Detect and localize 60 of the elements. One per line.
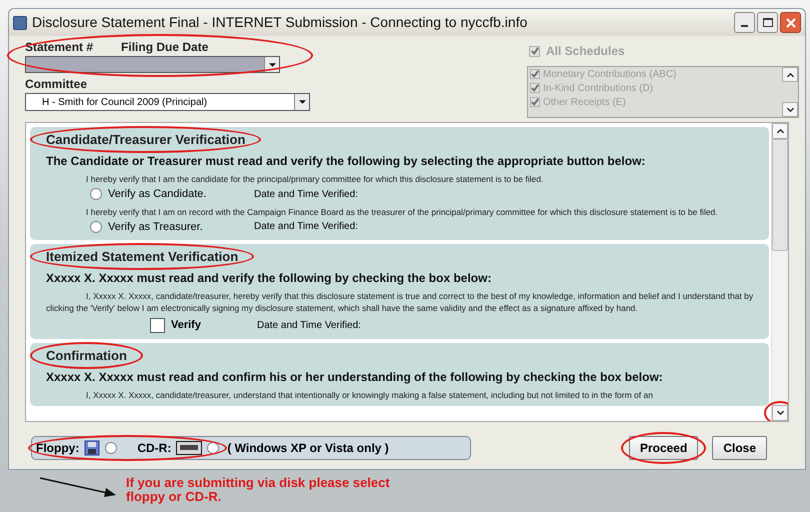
committee-dropdown[interactable]: H - Smith for Council 2009 (Principal) <box>25 93 310 111</box>
radio-button[interactable] <box>90 220 102 233</box>
schedule-item: In-Kind Contributions (D) <box>543 82 654 96</box>
check-icon <box>530 47 538 55</box>
caret-icon <box>268 62 276 66</box>
dialog-button[interactable]: Proceed <box>628 436 698 460</box>
app-icon <box>13 16 27 30</box>
radio-button[interactable] <box>105 442 118 454</box>
close-button[interactable] <box>780 12 801 33</box>
close-icon <box>786 18 796 28</box>
statement-text: I, Xxxxx X. Xxxxx, candidate/treasurer, hereby verify that this disclosure statement is true and correct to the best of my knowledge, information and belief and I understand that by clicking the 'Verify' below I am electronically signing my disclosure statement, which shall have the same validity and the effect as a signature affixed by hand. <box>45 290 754 314</box>
statement-text: I, Xxxxx X. Xxxxx, candidate/treasurer, understand that intentionally or knowingly making a false statement, including but not limited to in the form of an <box>85 388 654 400</box>
scroll-up-button[interactable] <box>772 123 788 139</box>
checkbox[interactable] <box>530 97 540 107</box>
scroll-down-button[interactable] <box>782 102 798 117</box>
instruction-text: Xxxxx X. Xxxxx must read and confirm his or her understanding of the following by checking the box below: <box>45 368 664 386</box>
chevron-up-icon <box>776 129 784 133</box>
radio-button[interactable] <box>207 442 220 454</box>
caret-icon <box>298 100 306 104</box>
radio-label: Verify as Candidate. <box>108 187 208 202</box>
radio-label: Verify as Treasurer. <box>108 220 204 234</box>
schedule-item: Other Receipts (E) <box>543 96 626 110</box>
dialog-button[interactable]: Close <box>712 436 767 460</box>
scroll-down-button[interactable] <box>772 405 788 421</box>
checkbox[interactable] <box>150 318 165 333</box>
statement-dropdown[interactable] <box>25 56 280 73</box>
section-title: Itemized Statement Verification <box>46 249 238 264</box>
all-schedules-label: All Schedules <box>546 43 625 60</box>
verified-date-label: Date and Time Verified: <box>257 318 361 333</box>
media-label: Floppy: <box>36 440 80 457</box>
minimize-button[interactable] <box>734 12 755 33</box>
field-label: Filing Due Date <box>121 39 208 56</box>
media-note: ( Windows XP or Vista only ) <box>227 440 389 457</box>
statement-text: I hereby verify that I am on record with the Campaign Finance Board as the treasurer of the principal/primary committee for which this disclosure statement is to be filed. <box>85 206 719 218</box>
chevron-up-icon <box>786 72 794 76</box>
instruction-text: Xxxxx X. Xxxxx must read and verify the following by checking the box below: <box>45 270 492 287</box>
chevron-down-icon <box>786 108 794 112</box>
verified-date-label: Date and Time Verified: <box>254 188 358 202</box>
field-label: Committee <box>24 76 88 93</box>
statement-text: I hereby verify that I am the candidate for the principal/primary committee for which this disclosure statement is to be filed. <box>85 173 544 185</box>
scroll-up-button[interactable] <box>782 67 798 82</box>
window-title: Disclosure Statement Final - INTERNET Submission - Connecting to nyccfb.info <box>32 13 528 32</box>
schedule-item: Monetary Contributions (ABC) <box>543 68 676 82</box>
checkbox[interactable] <box>530 83 540 93</box>
scroll-thumb[interactable] <box>772 139 788 251</box>
media-label: CD-R: <box>137 440 172 457</box>
section-title: Candidate/Treasurer Verification <box>46 132 246 147</box>
floppy-icon <box>84 440 100 456</box>
instruction-text: The Candidate or Treasurer must read and verify the following by selecting the appropriate button below: <box>45 153 646 170</box>
field-label: Statement # <box>25 39 94 56</box>
checkbox[interactable] <box>529 46 540 56</box>
chevron-down-icon <box>776 411 784 415</box>
drive-icon <box>176 441 202 455</box>
checkbox[interactable] <box>530 69 540 79</box>
annotation-text: If you are submitting via disk please select floppy or CD-R. <box>126 476 391 504</box>
checkbox-label: Verify <box>171 318 202 333</box>
verified-date-label: Date and Time Verified: <box>254 220 358 234</box>
radio-button[interactable] <box>90 188 102 200</box>
maximize-button[interactable] <box>757 12 778 33</box>
section-title: Confirmation <box>46 348 127 362</box>
